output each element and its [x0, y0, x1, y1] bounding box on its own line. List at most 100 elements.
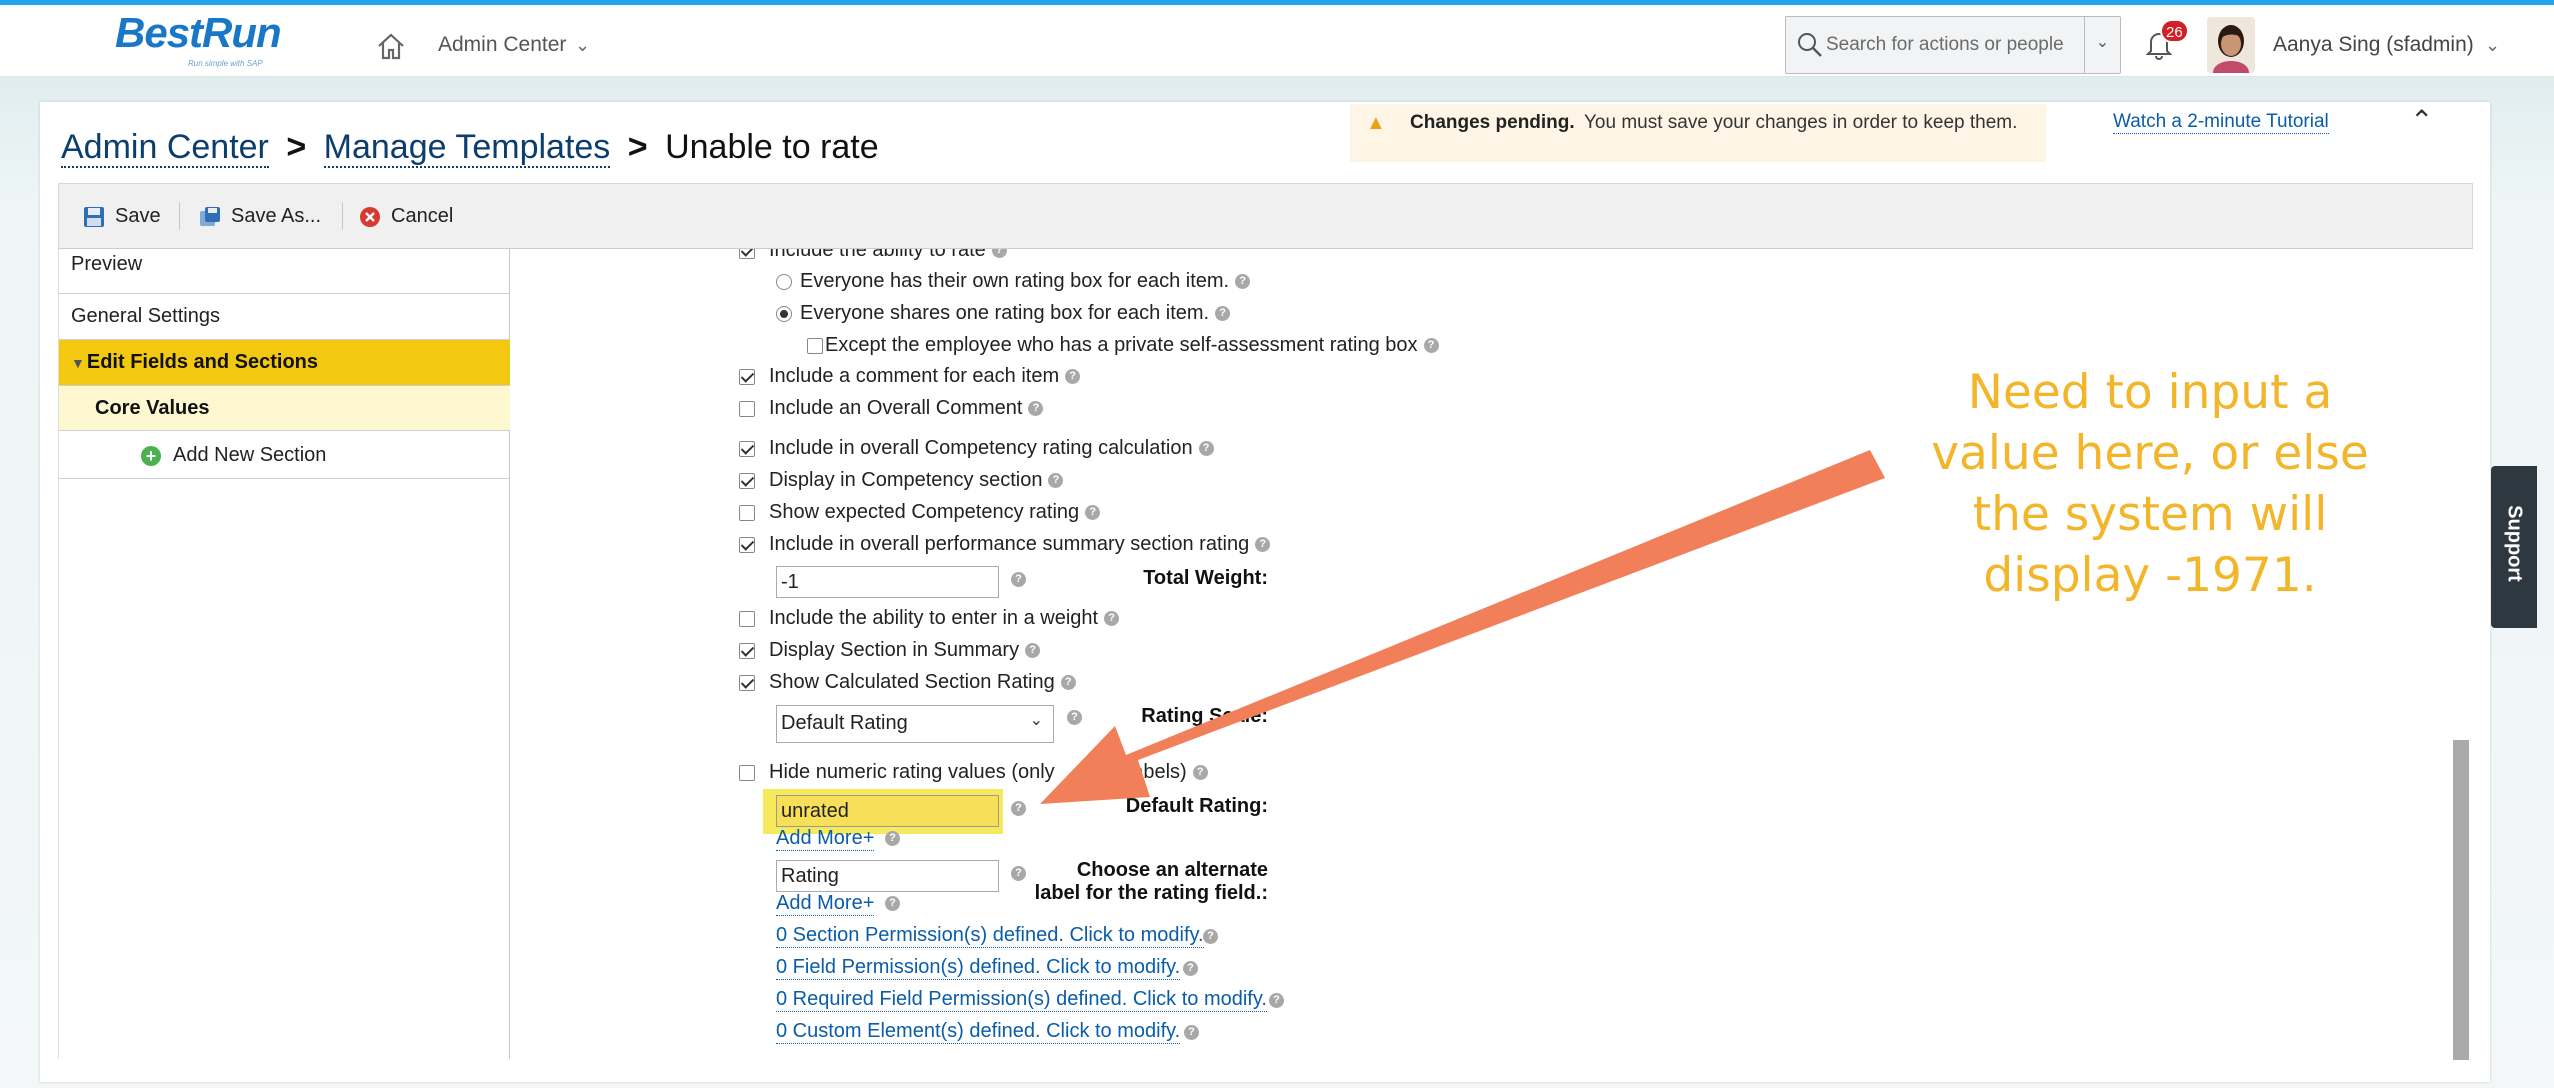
sidebar: Preview General Settings ▼ Edit Fields an…: [58, 249, 510, 1059]
comment-each-label: Include a comment for each item: [769, 365, 1060, 387]
add-more-link[interactable]: Add More+: [776, 827, 875, 851]
banner-text: You must save your changes in order to k…: [1584, 112, 2018, 133]
nav-admin-center[interactable]: Admin Center: [438, 33, 566, 57]
company-logo[interactable]: BestRun: [115, 9, 282, 57]
add-more-link[interactable]: Add More+: [776, 892, 875, 916]
help-icon[interactable]: ?: [1060, 675, 1076, 690]
except-employee-row: Except the employee who has a private se…: [807, 334, 1439, 357]
user-name[interactable]: Aanya Sing (sfadmin): [2273, 33, 2474, 57]
hide-numeric-checkbox[interactable]: [739, 764, 755, 781]
plus-circle-icon: +: [141, 445, 161, 466]
sidebar-item-edit-fields[interactable]: ▼ Edit Fields and Sections: [59, 340, 510, 386]
chevron-down-icon[interactable]: ⌄: [575, 35, 590, 56]
help-icon[interactable]: ?: [1028, 401, 1044, 416]
add-new-section-button[interactable]: + Add New Section: [59, 431, 510, 479]
breadcrumb-manage-templates[interactable]: Manage Templates: [323, 128, 611, 168]
help-icon[interactable]: ?: [1203, 929, 1218, 944]
help-icon[interactable]: ?: [991, 249, 1007, 258]
shared-rating-radio[interactable]: [776, 305, 792, 322]
chevron-down-icon[interactable]: ⌄: [2485, 35, 2500, 56]
hide-numeric-label: Hide numeric rating values (only: [769, 761, 1055, 783]
perf-summary-checkbox[interactable]: [739, 536, 755, 553]
custom-elements-link[interactable]: 0 Custom Element(s) defined. Click to mo…: [776, 1020, 1181, 1044]
display-summary-checkbox[interactable]: [739, 642, 755, 659]
competency-calc-label: Include in overall Competency rating cal…: [769, 437, 1193, 459]
required-field-permissions-link[interactable]: 0 Required Field Permission(s) defined. …: [776, 988, 1267, 1012]
chevron-down-icon: ⌄: [1029, 712, 1043, 729]
search-icon: [1798, 33, 1822, 57]
help-icon[interactable]: ?: [1025, 643, 1041, 658]
save-button[interactable]: Save: [83, 205, 161, 228]
default-rating-input[interactable]: [776, 795, 999, 827]
total-weight-input[interactable]: [776, 566, 999, 598]
support-label: Support: [2503, 505, 2526, 582]
alt-label-input[interactable]: [776, 860, 999, 892]
breadcrumb-separator: >: [286, 128, 307, 166]
help-icon[interactable]: ?: [1215, 306, 1231, 321]
top-bar: BestRun Run simple with SAP Admin Center…: [0, 0, 2554, 77]
breadcrumb: Admin Center > Manage Templates > Unable…: [61, 128, 879, 168]
rating-scale-select[interactable]: Default Rating ⌄: [776, 705, 1054, 743]
own-rating-radio[interactable]: [776, 273, 792, 290]
help-icon[interactable]: ?: [1065, 369, 1081, 384]
help-icon[interactable]: ?: [1184, 1025, 1199, 1040]
help-icon[interactable]: ?: [1255, 537, 1271, 552]
cancel-icon: [360, 206, 380, 227]
field-permissions-link[interactable]: 0 Field Permission(s) defined. Click to …: [776, 956, 1181, 980]
show-expected-checkbox[interactable]: [739, 504, 755, 521]
tutorial-link[interactable]: Watch a 2-minute Tutorial: [2113, 111, 2329, 134]
show-calc-rating-checkbox[interactable]: [739, 674, 755, 691]
cancel-label: Cancel: [391, 205, 454, 227]
display-competency-checkbox[interactable]: [739, 472, 755, 489]
search-input[interactable]: [1826, 27, 2076, 63]
comment-each-checkbox[interactable]: [739, 368, 755, 385]
enter-weight-label: Include the ability to enter in a weight: [769, 607, 1099, 629]
cancel-button[interactable]: Cancel: [359, 205, 453, 228]
help-icon[interactable]: ?: [1085, 505, 1101, 520]
support-tab[interactable]: Support: [2491, 466, 2537, 628]
chevron-up-icon[interactable]: ⌃: [2410, 104, 2433, 137]
except-employee-checkbox[interactable]: [807, 337, 823, 354]
help-icon[interactable]: ?: [1192, 765, 1208, 780]
total-weight-label: Total Weight:: [1143, 567, 1268, 589]
help-icon[interactable]: ?: [1235, 274, 1251, 289]
help-icon[interactable]: ?: [1183, 961, 1198, 976]
include-rate-checkbox[interactable]: [739, 249, 755, 259]
show-calc-rating-label: Show Calculated Section Rating: [769, 671, 1055, 693]
avatar[interactable]: [2207, 17, 2255, 73]
scrollbar[interactable]: [2453, 740, 2469, 1060]
help-icon[interactable]: ?: [1011, 801, 1026, 816]
save-as-button[interactable]: Save As...: [199, 205, 321, 228]
add-new-section-label: Add New Section: [173, 444, 327, 466]
help-icon[interactable]: ?: [1423, 338, 1439, 353]
chevron-down-icon[interactable]: ⌄: [2084, 17, 2120, 73]
breadcrumb-admin-center[interactable]: Admin Center: [61, 128, 269, 168]
help-icon[interactable]: ?: [1269, 993, 1284, 1008]
overall-comment-checkbox[interactable]: [739, 400, 755, 417]
sidebar-item-core-values[interactable]: Core Values: [59, 386, 510, 431]
help-icon[interactable]: ?: [1011, 866, 1026, 881]
help-icon[interactable]: ?: [1104, 611, 1120, 626]
sidebar-item-preview[interactable]: Preview: [59, 249, 510, 294]
help-icon[interactable]: ?: [885, 896, 900, 911]
rating-scale-value: Default Rating: [781, 712, 908, 734]
help-icon[interactable]: ?: [885, 831, 900, 846]
home-icon[interactable]: [375, 31, 407, 61]
save-as-label: Save As...: [231, 205, 322, 227]
help-icon[interactable]: ?: [1067, 710, 1082, 725]
help-icon[interactable]: ?: [1011, 572, 1026, 587]
include-rate-row: Include the ability to rate?: [739, 249, 1007, 262]
toolbar-divider: [342, 202, 343, 230]
help-icon[interactable]: ?: [1198, 441, 1214, 456]
comment-each-row: Include a comment for each item?: [739, 365, 1081, 388]
notification-badge: 26: [2160, 19, 2189, 43]
show-calc-rating-row: Show Calculated Section Rating?: [739, 671, 1076, 694]
show-expected-label: Show expected Competency rating: [769, 501, 1080, 523]
sidebar-item-general-settings[interactable]: General Settings: [59, 294, 510, 340]
perf-summary-row: Include in overall performance summary s…: [739, 533, 1271, 556]
help-icon[interactable]: ?: [1048, 473, 1064, 488]
enter-weight-checkbox[interactable]: [739, 610, 755, 627]
competency-calc-checkbox[interactable]: [739, 440, 755, 457]
section-permissions-link[interactable]: 0 Section Permission(s) defined. Click t…: [776, 924, 1204, 948]
save-as-icon: [200, 206, 220, 226]
